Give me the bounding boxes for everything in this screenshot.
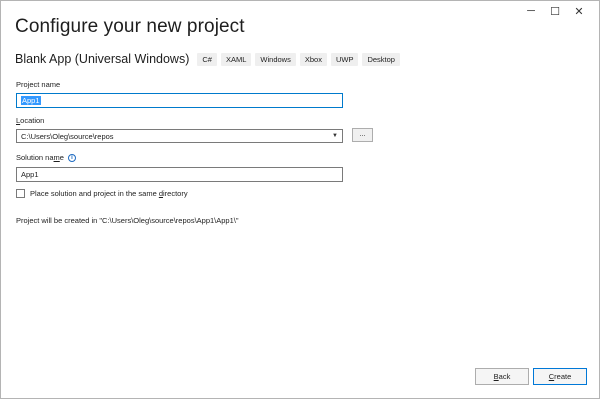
back-button[interactable]: Back xyxy=(475,368,529,385)
location-label: Location xyxy=(16,116,44,125)
project-name-value: App1 xyxy=(21,96,41,105)
creation-path-note: Project will be created in "C:\Users\Ole… xyxy=(16,216,239,225)
same-directory-checkbox[interactable] xyxy=(16,189,25,198)
project-name-label: Project name xyxy=(16,80,61,89)
page-title: Configure your new project xyxy=(15,16,245,37)
close-button[interactable]: ✕ xyxy=(567,4,591,18)
browse-button[interactable]: ... xyxy=(352,128,373,142)
same-directory-option[interactable]: Place solution and project in the same d… xyxy=(16,189,188,198)
location-value: C:\Users\Oleg\source\repos xyxy=(21,131,114,141)
tag-windows: Windows xyxy=(255,52,296,66)
tag-xbox: Xbox xyxy=(299,52,327,66)
info-icon[interactable]: i xyxy=(67,154,76,163)
tag-xaml: XAML xyxy=(220,52,252,66)
create-label-rest: reate xyxy=(554,372,572,381)
template-name: Blank App (Universal Windows) xyxy=(15,52,190,66)
maximize-icon: ☐ xyxy=(550,5,560,18)
project-name-input[interactable]: App1 xyxy=(16,93,343,108)
location-combobox[interactable]: C:\Users\Oleg\source\repos ▼ xyxy=(16,129,343,143)
template-row: Blank App (Universal Windows) C# XAML Wi… xyxy=(15,52,404,66)
solution-name-label-prefix: Solution na xyxy=(16,153,54,162)
solution-name-value: App1 xyxy=(21,170,39,179)
minimize-button[interactable]: ─ xyxy=(519,4,543,18)
same-directory-label-prefix: Place solution and project in the same xyxy=(30,189,159,198)
dialog-window: ─ ☐ ✕ Configure your new project Blank A… xyxy=(0,0,600,399)
minimize-icon: ─ xyxy=(527,5,535,17)
tag-csharp: C# xyxy=(197,52,217,66)
same-directory-label-rest: irectory xyxy=(163,189,188,198)
back-label-rest: ack xyxy=(498,372,511,381)
solution-name-label-rest: e xyxy=(59,153,64,162)
solution-name-label: Solution name i xyxy=(16,153,76,163)
window-controls: ─ ☐ ✕ xyxy=(519,4,591,18)
tag-uwp: UWP xyxy=(330,52,359,66)
create-button[interactable]: Create xyxy=(533,368,587,385)
chevron-down-icon[interactable]: ▼ xyxy=(332,133,338,139)
location-label-rest: ocation xyxy=(20,116,45,125)
same-directory-label[interactable]: Place solution and project in the same d… xyxy=(30,189,188,198)
maximize-button[interactable]: ☐ xyxy=(543,4,567,18)
solution-name-input[interactable]: App1 xyxy=(16,167,343,182)
tag-desktop: Desktop xyxy=(362,52,400,66)
close-icon: ✕ xyxy=(574,5,584,18)
